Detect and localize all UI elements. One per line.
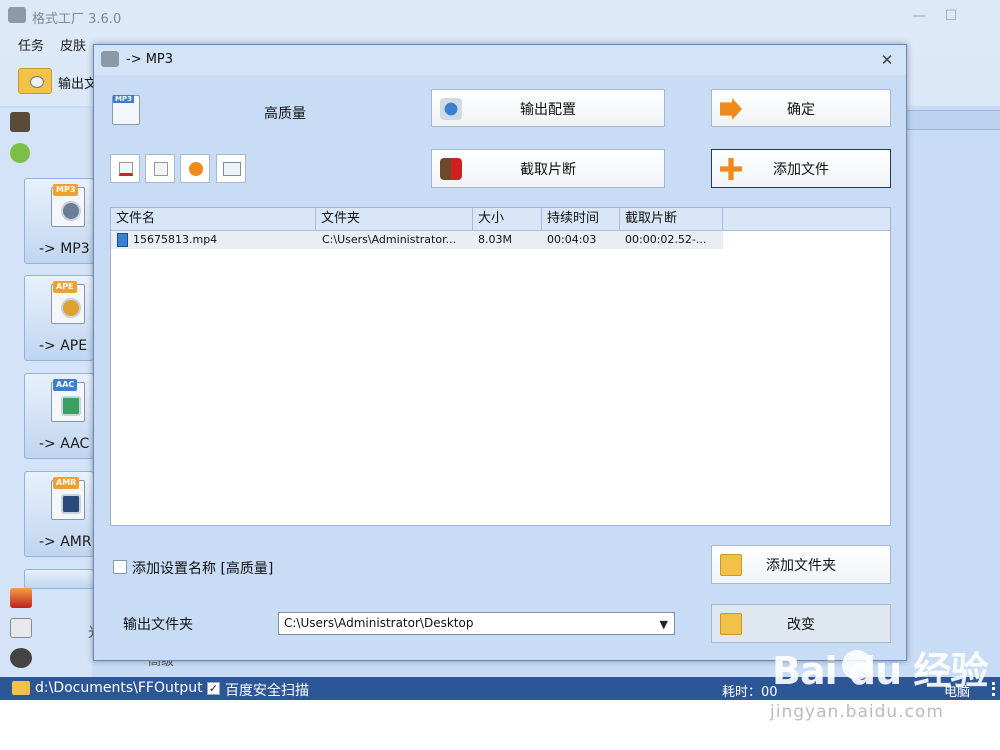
tile-label: -> MP3 bbox=[39, 241, 90, 257]
tile-badge: APE bbox=[53, 281, 77, 293]
app-logo-icon bbox=[101, 51, 119, 67]
tile-label: -> AAC bbox=[39, 436, 90, 452]
add-setting-name-checkbox[interactable] bbox=[113, 560, 127, 574]
dialog-titlebar: -> MP3 ✕ bbox=[94, 45, 906, 75]
clear-list-button[interactable] bbox=[145, 154, 175, 183]
col-size[interactable]: 大小 bbox=[473, 208, 542, 231]
button-label: 改变 bbox=[787, 617, 815, 633]
mp3-settings-dialog: -> MP3 ✕ MP3 高质量 输出配置 确定 截取片断 添加文件 文件名 文… bbox=[93, 44, 907, 661]
cell-size: 8.03M bbox=[478, 233, 512, 246]
file-list-table: 文件名 文件夹 大小 持续时间 截取片断 15675813.mp4 C:\Use… bbox=[110, 207, 891, 526]
cell-duration: 00:04:03 bbox=[547, 233, 597, 246]
format-tile-amr[interactable]: AMR -> AMR bbox=[24, 471, 94, 557]
minimize-button[interactable]: — bbox=[906, 6, 932, 26]
cell-clip: 00:00:02.52-... bbox=[625, 233, 707, 246]
app-logo-icon bbox=[8, 7, 26, 23]
output-path-text[interactable]: d:\Documents\FFOutput bbox=[35, 680, 203, 696]
media-info-button[interactable] bbox=[216, 154, 246, 183]
clear-file-icon bbox=[154, 162, 168, 176]
mp3-profile-icon: MP3 bbox=[112, 95, 140, 125]
clip-button[interactable]: 截取片断 bbox=[431, 149, 665, 188]
button-label: 添加文件 bbox=[773, 162, 829, 178]
cell-folder: C:\Users\Administrator... bbox=[322, 233, 457, 246]
col-folder[interactable]: 文件夹 bbox=[316, 208, 473, 231]
info-panel-icon bbox=[223, 162, 241, 176]
baidu-scan-label: 百度安全扫描 bbox=[225, 683, 309, 699]
tile-label: -> AMR bbox=[39, 534, 92, 550]
watermark-url: jingyan.baidu.com bbox=[770, 702, 944, 722]
add-folder-button[interactable]: 添加文件夹 bbox=[711, 545, 891, 584]
format-tile-mp3[interactable]: MP3 -> MP3 bbox=[24, 178, 94, 264]
resize-grip[interactable] bbox=[985, 682, 995, 696]
video-file-icon bbox=[117, 233, 128, 247]
output-folder-label: 输出文件夹 bbox=[123, 617, 193, 633]
task-list-header-strip bbox=[907, 110, 1000, 130]
tile-badge: AAC bbox=[53, 379, 78, 391]
app-title: 格式工厂 3.6.0 bbox=[32, 12, 122, 27]
rom-device-category-icon[interactable] bbox=[10, 618, 32, 638]
headphones-icon bbox=[61, 298, 81, 318]
add-file-button[interactable]: 添加文件 bbox=[711, 149, 891, 188]
elapsed-time: 耗时：00 bbox=[722, 685, 778, 700]
cell-filename: 15675813.mp4 bbox=[133, 233, 218, 246]
format-tile-ape[interactable]: APE -> APE bbox=[24, 275, 94, 361]
button-label: 确定 bbox=[787, 102, 815, 118]
format-tile-aac[interactable]: AAC -> AAC bbox=[24, 373, 94, 459]
play-icon bbox=[189, 162, 203, 176]
output-config-button[interactable]: 输出配置 bbox=[431, 89, 665, 127]
baidu-scan-checkbox[interactable]: ✓ bbox=[207, 682, 220, 695]
output-folder-icon[interactable] bbox=[18, 68, 52, 94]
utilities-category-icon[interactable] bbox=[10, 648, 32, 668]
menu-skin[interactable]: 皮肤 bbox=[60, 35, 86, 54]
folder-icon[interactable] bbox=[12, 681, 30, 695]
tile-badge: MP3 bbox=[53, 184, 79, 196]
button-label: 截取片断 bbox=[520, 162, 576, 178]
maximize-button[interactable]: ☐ bbox=[938, 6, 964, 26]
col-clip[interactable]: 截取片断 bbox=[620, 208, 723, 231]
device-icon bbox=[61, 494, 81, 514]
button-label: 输出配置 bbox=[520, 102, 576, 118]
add-setting-name-label: 添加设置名称 [高质量] bbox=[132, 561, 274, 577]
col-duration[interactable]: 持续时间 bbox=[542, 208, 620, 231]
profile-badge: MP3 bbox=[113, 95, 134, 103]
music-note-icon bbox=[61, 396, 81, 416]
play-button[interactable] bbox=[180, 154, 210, 183]
close-button[interactable]: ✕ bbox=[876, 50, 898, 70]
shutdown-computer-label: 电脑 bbox=[944, 685, 971, 700]
format-tile-partial[interactable] bbox=[24, 569, 94, 589]
button-label: 添加文件夹 bbox=[766, 558, 836, 574]
col-filename[interactable]: 文件名 bbox=[111, 208, 316, 231]
remove-file-icon bbox=[119, 162, 133, 176]
dialog-title: -> MP3 bbox=[126, 52, 174, 67]
quality-profile-label: 高质量 bbox=[264, 106, 306, 122]
video-category-icon[interactable] bbox=[10, 112, 30, 132]
sidebar: MP3 -> MP3 APE -> APE AAC -> AAC AMR -> … bbox=[0, 108, 94, 700]
speaker-icon bbox=[61, 201, 81, 221]
table-header: 文件名 文件夹 大小 持续时间 截取片断 bbox=[111, 208, 890, 231]
change-button[interactable]: 改变 bbox=[711, 604, 891, 643]
toolbar-output-label[interactable]: 输出文 bbox=[58, 73, 97, 92]
tile-badge: AMR bbox=[53, 477, 80, 489]
remove-item-button[interactable] bbox=[110, 154, 140, 183]
table-row[interactable]: 15675813.mp4 C:\Users\Administrator... 8… bbox=[111, 231, 723, 249]
output-folder-select[interactable]: C:\Users\Administrator\Desktop ▼ bbox=[278, 612, 675, 635]
picture-category-icon[interactable] bbox=[10, 588, 32, 608]
tile-label: -> APE bbox=[39, 338, 88, 354]
chevron-down-icon[interactable]: ▼ bbox=[660, 618, 668, 631]
audio-category-icon[interactable] bbox=[10, 143, 30, 163]
main-titlebar: 格式工厂 3.6.0 — ☐ bbox=[0, 0, 1000, 32]
statusbar: d:\Documents\FFOutput ✓ 百度安全扫描 耗时：00 电脑 bbox=[0, 677, 1000, 700]
output-folder-value: C:\Users\Administrator\Desktop bbox=[284, 616, 474, 630]
ok-button[interactable]: 确定 bbox=[711, 89, 891, 127]
menu-task[interactable]: 任务 bbox=[18, 35, 44, 54]
